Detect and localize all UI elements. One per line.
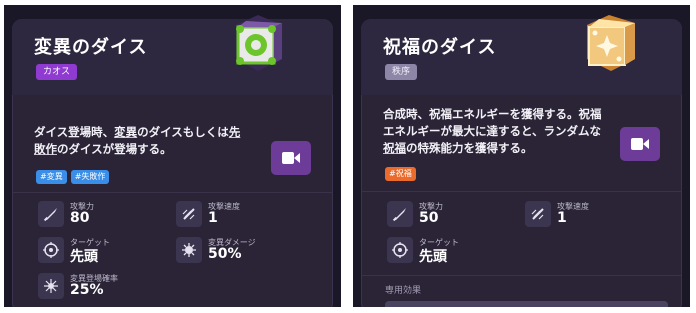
keyword-chips: #祝福 — [385, 167, 416, 181]
dice-title: 祝福のダイス — [383, 37, 497, 58]
sword-icon — [387, 201, 413, 227]
mutation-dice-icon — [226, 11, 290, 75]
target-icon — [38, 237, 64, 263]
video-button[interactable] — [620, 127, 660, 161]
keyword-chips: #変異 #失敗作 — [36, 170, 110, 184]
sword-icon — [38, 201, 64, 227]
keyword-chip[interactable]: #変異 — [36, 170, 67, 184]
video-button[interactable] — [271, 141, 311, 175]
speed-icon — [176, 201, 202, 227]
exclusive-effect-label: 専用効果 — [385, 286, 422, 296]
dice-card-blessing: 祝福のダイス 秩序 合成時、祝福エネルギーを獲得する。祝福エネルギーが最大に達す… — [353, 5, 690, 307]
dice-title: 変異のダイス — [34, 37, 148, 58]
card-body: 祝福のダイス 秩序 合成時、祝福エネルギーを獲得する。祝福エネルギーが最大に達す… — [361, 15, 682, 307]
target-icon — [387, 237, 413, 263]
category-tag: 秩序 — [385, 64, 418, 80]
speed-icon — [525, 201, 551, 227]
divider — [12, 192, 333, 193]
blessing-dice-icon — [579, 11, 643, 75]
exclusive-effect-bar — [385, 301, 668, 307]
dice-description: ダイス登場時、変異のダイスもしくは先敗作のダイスが登場する。 — [34, 125, 241, 156]
category-tag: カオス — [36, 64, 78, 80]
card-body: 変異のダイス カオス ダイス登場時、変異のダイスもしくは先敗作のダイスが登場する… — [12, 15, 333, 307]
dice-card-mutation: 変異のダイス カオス ダイス登場時、変異のダイスもしくは先敗作のダイスが登場する… — [4, 5, 341, 307]
dice-description: 合成時、祝福エネルギーを獲得する。祝福エネルギーが最大に達すると、ランダムな祝福… — [383, 107, 602, 155]
mutation-damage-icon — [176, 237, 202, 263]
video-camera-icon — [282, 152, 300, 164]
keyword-chip[interactable]: #失敗作 — [70, 170, 110, 184]
divider — [361, 191, 682, 192]
divider — [361, 275, 682, 276]
mutation-chance-icon — [38, 273, 64, 299]
video-camera-icon — [631, 138, 649, 150]
keyword-chip[interactable]: #祝福 — [385, 167, 416, 181]
